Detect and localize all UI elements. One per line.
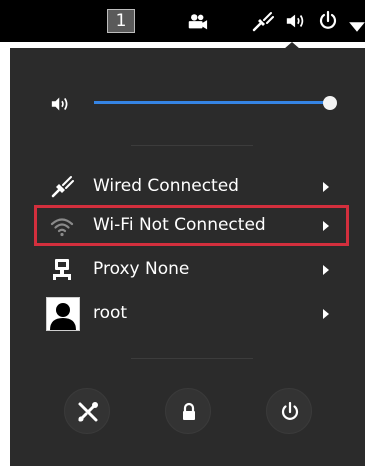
- workspace-indicator[interactable]: 1: [107, 9, 135, 33]
- menu-item-user[interactable]: root: [10, 296, 365, 332]
- chevron-right-icon: [323, 265, 329, 275]
- chevron-right-icon: [323, 309, 329, 319]
- chevron-right-icon: [323, 182, 329, 192]
- power-icon: [281, 401, 299, 420]
- chevron-down-icon[interactable]: [346, 16, 365, 38]
- top-bar: 1: [0, 0, 365, 42]
- user-avatar: [46, 297, 80, 331]
- volume-icon: [51, 97, 68, 111]
- highlight-box: [34, 205, 349, 246]
- power-icon[interactable]: [317, 10, 339, 32]
- volume-icon[interactable]: [285, 10, 307, 32]
- lock-button[interactable]: [165, 388, 211, 434]
- settings-icon: [78, 402, 98, 422]
- menu-item-label: Wired Connected: [93, 176, 239, 196]
- separator: [131, 358, 253, 359]
- menu-item-label: Proxy None: [93, 259, 190, 279]
- power-button[interactable]: [266, 388, 312, 434]
- settings-button[interactable]: [64, 388, 110, 434]
- menu-item-wired[interactable]: Wired Connected: [10, 170, 365, 202]
- proxy-icon: [53, 259, 71, 280]
- menu-item-label: root: [93, 303, 128, 323]
- menu-item-proxy[interactable]: Proxy None: [10, 254, 365, 286]
- camera-icon[interactable]: [186, 11, 208, 33]
- volume-slider-fill: [94, 101, 330, 104]
- volume-slider[interactable]: [94, 95, 337, 111]
- separator: [131, 145, 253, 146]
- wired-network-icon[interactable]: [252, 10, 274, 32]
- volume-slider-handle[interactable]: [323, 96, 337, 110]
- lock-icon: [183, 402, 195, 420]
- wired-network-icon: [51, 176, 74, 198]
